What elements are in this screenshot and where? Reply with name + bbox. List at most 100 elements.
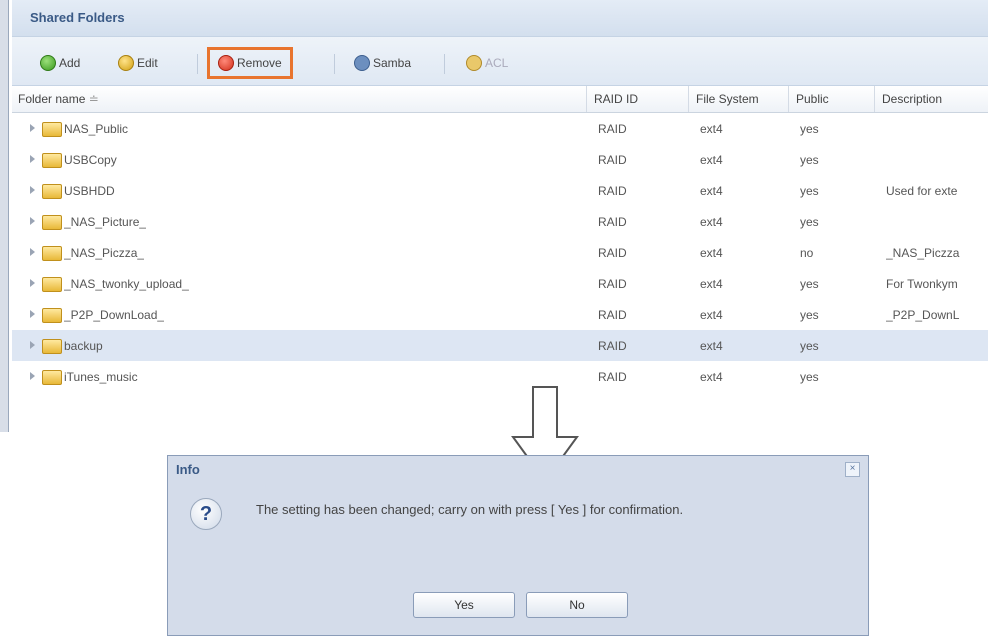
remove-button[interactable]: Remove	[207, 47, 293, 79]
add-button[interactable]: Add	[40, 52, 80, 74]
folder-name: _P2P_DownLoad_	[64, 308, 165, 322]
folder-icon	[42, 308, 62, 323]
folder-name: iTunes_music	[64, 370, 138, 384]
file-system: ext4	[700, 153, 723, 167]
table-row[interactable]: USBCopy RAID ext4 yes	[12, 144, 988, 175]
column-divider	[788, 86, 789, 112]
expand-arrow-icon[interactable]	[30, 155, 35, 163]
file-system: ext4	[700, 339, 723, 353]
public-flag: no	[800, 246, 814, 260]
folder-icon	[42, 370, 62, 385]
public-flag: yes	[800, 370, 819, 384]
raid-id: RAID	[598, 339, 627, 353]
panel-title-bar: Shared Folders	[12, 0, 988, 37]
edit-label: Edit	[137, 56, 158, 70]
file-system: ext4	[700, 370, 723, 384]
panel-title: Shared Folders	[30, 10, 125, 25]
public-flag: yes	[800, 184, 819, 198]
acl-button[interactable]: ACL	[466, 52, 508, 74]
description: Used for exte	[886, 184, 958, 198]
folder-icon	[42, 246, 62, 261]
file-system: ext4	[700, 308, 723, 322]
raid-id: RAID	[598, 184, 627, 198]
folder-name: backup	[64, 339, 103, 353]
folder-icon	[42, 184, 62, 199]
expand-arrow-icon[interactable]	[30, 186, 35, 194]
edit-icon	[118, 55, 134, 71]
column-divider	[586, 86, 587, 112]
file-system: ext4	[700, 277, 723, 291]
raid-id: RAID	[598, 153, 627, 167]
expand-arrow-icon[interactable]	[30, 248, 35, 256]
table-row-selected[interactable]: backup RAID ext4 yes	[12, 330, 988, 361]
expand-arrow-icon[interactable]	[30, 341, 35, 349]
close-icon[interactable]: ×	[845, 462, 860, 477]
table-row[interactable]: _NAS_twonky_upload_ RAID ext4 yes For Tw…	[12, 268, 988, 299]
public-flag: yes	[800, 122, 819, 136]
raid-id: RAID	[598, 308, 627, 322]
expand-arrow-icon[interactable]	[30, 310, 35, 318]
file-system: ext4	[700, 246, 723, 260]
folder-icon	[42, 215, 62, 230]
public-flag: yes	[800, 277, 819, 291]
folder-icon	[42, 122, 62, 137]
public-flag: yes	[800, 308, 819, 322]
column-header-file-system[interactable]: File System	[696, 92, 759, 106]
grid-header: Folder name ≐ RAID ID File System Public…	[12, 86, 988, 113]
toolbar-separator	[444, 54, 445, 74]
add-icon	[40, 55, 56, 71]
raid-id: RAID	[598, 122, 627, 136]
folder-name: _NAS_Picture_	[64, 215, 147, 229]
add-label: Add	[59, 56, 81, 70]
no-button[interactable]: No	[526, 592, 628, 618]
table-row[interactable]: _NAS_Piczza_ RAID ext4 no _NAS_Piczza	[12, 237, 988, 268]
folder-icon	[42, 339, 62, 354]
remove-icon	[218, 55, 234, 71]
dialog-message: The setting has been changed; carry on w…	[256, 502, 684, 517]
remove-label: Remove	[237, 56, 282, 70]
folder-icon	[42, 153, 62, 168]
info-dialog: Info × ? The setting has been changed; c…	[167, 455, 869, 636]
shared-folders-panel: Shared Folders Add Edit Remove Samba ACL…	[0, 0, 988, 432]
table-row[interactable]: _P2P_DownLoad_ RAID ext4 yes _P2P_DownL	[12, 299, 988, 330]
file-system: ext4	[700, 122, 723, 136]
edit-button[interactable]: Edit	[118, 52, 158, 74]
table-row[interactable]: USBHDD RAID ext4 yes Used for exte	[12, 175, 988, 206]
expand-arrow-icon[interactable]	[30, 124, 35, 132]
folder-icon	[42, 277, 62, 292]
toolbar-separator	[334, 54, 335, 74]
file-system: ext4	[700, 215, 723, 229]
description: For Twonkym	[886, 277, 958, 291]
toolbar-separator	[197, 54, 198, 74]
description: _P2P_DownL	[886, 308, 960, 322]
folder-name: USBCopy	[64, 153, 117, 167]
expand-arrow-icon[interactable]	[30, 279, 35, 287]
acl-label: ACL	[485, 56, 509, 70]
samba-icon	[354, 55, 370, 71]
column-header-folder-name[interactable]: Folder name ≐	[18, 92, 99, 106]
yes-button[interactable]: Yes	[413, 592, 515, 618]
file-system: ext4	[700, 184, 723, 198]
column-header-public[interactable]: Public	[796, 92, 829, 106]
dialog-title: Info	[176, 462, 200, 477]
raid-id: RAID	[598, 277, 627, 291]
samba-button[interactable]: Samba	[354, 52, 411, 74]
public-flag: yes	[800, 215, 819, 229]
table-row[interactable]: NAS_Public RAID ext4 yes	[12, 113, 988, 144]
folder-name: _NAS_twonky_upload_	[64, 277, 189, 291]
table-row[interactable]: _NAS_Picture_ RAID ext4 yes	[12, 206, 988, 237]
description: _NAS_Piczza	[886, 246, 960, 260]
raid-id: RAID	[598, 246, 627, 260]
panel-content: Shared Folders Add Edit Remove Samba ACL…	[12, 0, 988, 432]
raid-id: RAID	[598, 215, 627, 229]
raid-id: RAID	[598, 370, 627, 384]
folder-name: USBHDD	[64, 184, 115, 198]
column-header-raid-id[interactable]: RAID ID	[594, 92, 638, 106]
column-header-description[interactable]: Description	[882, 92, 942, 106]
expand-arrow-icon[interactable]	[30, 372, 35, 380]
folder-name: NAS_Public	[64, 122, 129, 136]
toolbar: Add Edit Remove Samba ACL	[12, 37, 988, 86]
expand-arrow-icon[interactable]	[30, 217, 35, 225]
table-row[interactable]: iTunes_music RAID ext4 yes	[12, 361, 988, 392]
question-icon: ?	[190, 498, 222, 530]
